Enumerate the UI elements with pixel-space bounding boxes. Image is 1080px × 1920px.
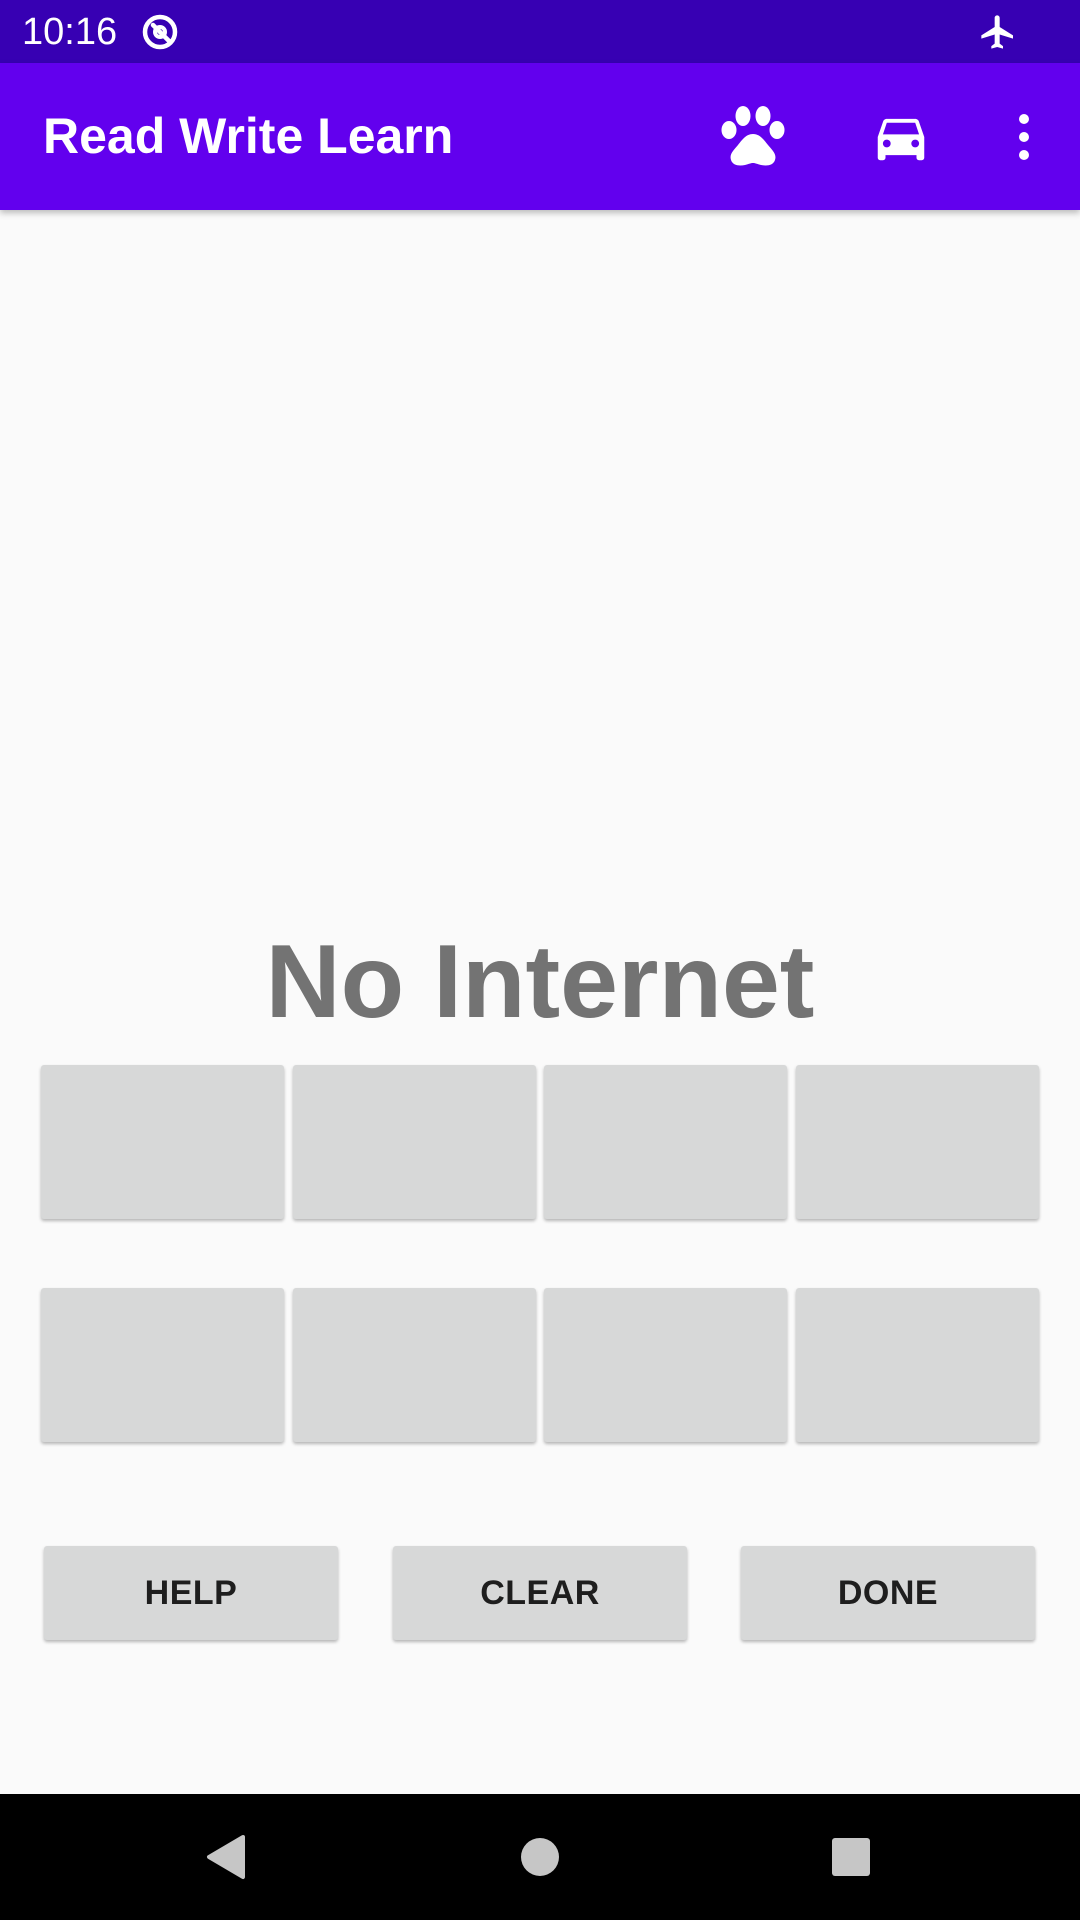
no-internet-message: No Internet: [265, 924, 815, 1040]
letter-tile[interactable]: [796, 1065, 1039, 1219]
car-button[interactable]: [861, 100, 941, 174]
back-button[interactable]: [189, 1821, 261, 1893]
app-notification-icon: [140, 12, 180, 52]
paw-button[interactable]: [713, 100, 793, 174]
home-button[interactable]: [504, 1821, 576, 1893]
answer-tile[interactable]: [41, 1288, 284, 1442]
app-title: Read Write Learn: [43, 108, 454, 164]
home-icon: [521, 1838, 559, 1876]
clear-button[interactable]: CLEAR: [393, 1546, 687, 1640]
help-button[interactable]: HELP: [44, 1546, 338, 1640]
status-time: 10:16: [22, 11, 118, 53]
back-icon: [207, 1835, 245, 1879]
recents-icon: [832, 1838, 870, 1876]
status-bar: 10:16: [0, 0, 1080, 63]
app-bar: Read Write Learn: [0, 63, 1080, 210]
letter-tile[interactable]: [293, 1065, 536, 1219]
airplane-mode-icon: [978, 12, 1018, 52]
done-button[interactable]: DONE: [741, 1546, 1035, 1640]
car-icon: [877, 118, 925, 161]
letter-tile[interactable]: [544, 1065, 787, 1219]
answer-tile[interactable]: [796, 1288, 1039, 1442]
overflow-menu-button[interactable]: [1000, 100, 1048, 174]
navigation-bar: [0, 1794, 1080, 1920]
overflow-menu-icon: [1019, 114, 1029, 160]
paw-icon: [721, 106, 785, 166]
letter-tile[interactable]: [41, 1065, 284, 1219]
answer-tile[interactable]: [544, 1288, 787, 1442]
recents-button[interactable]: [815, 1821, 887, 1893]
answer-tile[interactable]: [293, 1288, 536, 1442]
